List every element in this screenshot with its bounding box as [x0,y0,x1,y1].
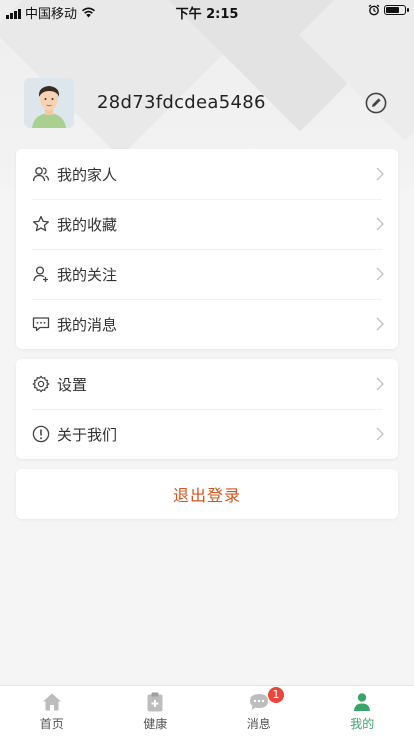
menu-item-label: 我的家人 [57,165,118,184]
menu-item-settings[interactable]: 设置 [16,359,398,409]
tab-label: 首页 [39,717,64,731]
menu-item-label: 我的关注 [57,265,118,284]
star-icon [32,215,50,233]
tab-health[interactable]: 健康 [104,686,208,736]
chevron-right-icon [376,217,384,231]
clipboard-health-icon [147,692,163,712]
menu-item-label: 设置 [57,375,88,394]
pencil-edit-icon [365,92,387,114]
menu-item-favorites[interactable]: 我的收藏 [16,199,398,249]
home-icon [42,693,61,711]
menu-item-about-us[interactable]: 关于我们 [16,409,398,459]
menu-card-personal: 我的家人 我的收藏 我的关注 我的消息 [16,149,398,349]
status-right [368,4,409,16]
profile-icon [354,693,371,711]
menu-item-label: 我的收藏 [57,215,118,234]
menu-item-family[interactable]: 我的家人 [16,149,398,199]
logout-card: 退出登录 [16,469,398,519]
tab-label: 消息 [246,717,271,731]
tab-messages[interactable]: 消息 1 [207,686,311,736]
alarm-icon [368,4,380,16]
tab-label: 健康 [143,717,168,731]
status-bar: 中国移动 下午 2:15 [0,0,414,22]
chevron-right-icon [376,317,384,331]
gear-icon [32,375,50,393]
message-icon [32,315,50,333]
status-time: 下午 2:15 [175,7,239,22]
username: 28d73fdcdea5486 [97,92,266,113]
edit-profile-button[interactable] [365,92,387,114]
info-icon [32,425,50,443]
tab-label: 我的 [350,717,375,731]
tab-profile[interactable]: 我的 [311,686,414,736]
follow-user-icon [32,265,50,283]
person-avatar-icon [24,78,74,128]
menu-card-system: 设置 关于我们 [16,359,398,459]
chevron-right-icon [376,267,384,281]
battery-icon [384,5,409,15]
menu-item-following[interactable]: 我的关注 [16,249,398,299]
menu-item-messages[interactable]: 我的消息 [16,299,398,349]
unread-badge: 1 [268,687,284,703]
bottom-tab-bar: 首页 健康 消息 1 我的 [0,685,414,736]
tab-home[interactable]: 首页 [0,686,104,736]
logout-button[interactable]: 退出登录 [16,469,398,519]
menu-item-label: 关于我们 [57,425,118,444]
chevron-right-icon [376,167,384,181]
family-icon [32,165,50,183]
chevron-right-icon [376,377,384,391]
chat-bubble-icon [249,694,268,710]
chevron-right-icon [376,427,384,441]
menu-item-label: 我的消息 [57,315,118,334]
avatar[interactable] [24,78,74,128]
